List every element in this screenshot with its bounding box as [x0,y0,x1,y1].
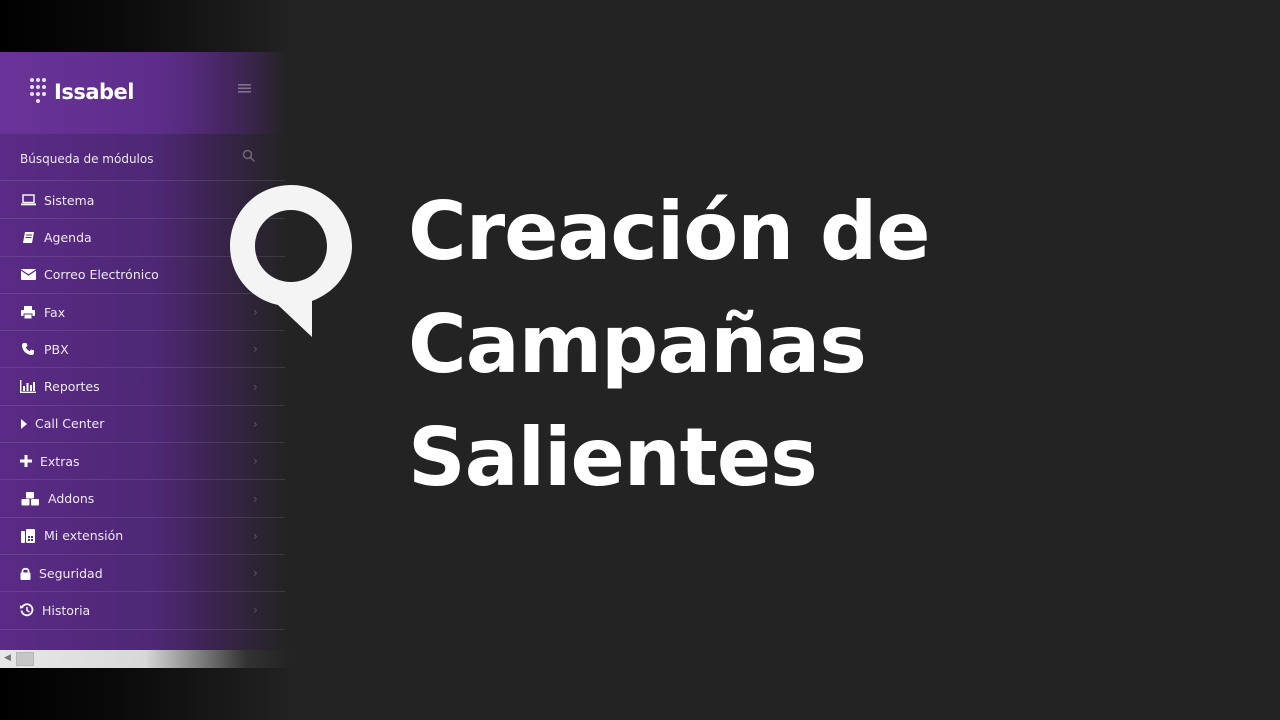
chevron-right-icon: › [253,454,258,469]
module-search-label: Búsqueda de módulos [20,152,154,166]
sidebar-item-historia[interactable]: Historia › [0,592,285,630]
sidebar-item-reportes[interactable]: Reportes › [0,368,285,406]
caret-right-icon [20,418,28,429]
hamburger-menu-icon[interactable] [238,82,252,97]
sidebar-item-seguridad[interactable]: Seguridad › [0,555,285,593]
video-title: Creación de Campañas Salientes [408,175,931,514]
sidebar-item-label: Historia [42,602,91,618]
sidebar-item-label: Addons [48,491,95,507]
sidebar-item-label: Sistema [44,192,95,208]
phone-icon [20,343,36,356]
chevron-right-icon: › [253,603,258,618]
title-line-3: Salientes [408,411,818,504]
sidebar-item-extras[interactable]: Extras › [0,443,285,481]
sidebar-item-label: PBX [44,341,69,357]
lock-icon [20,567,31,580]
printer-icon [20,305,36,319]
title-line-1: Creación de [408,185,931,278]
envelope-icon [20,269,36,281]
sidebar-item-label: Reportes [44,379,100,395]
video-frame: Issabel Búsqueda de módulos Sistema Agen… [0,0,1280,720]
location-pin-logo-icon [228,183,354,339]
scroll-left-icon[interactable]: ◀ [4,653,11,663]
sidebar-item-label: Seguridad [39,565,103,581]
chevron-right-icon: › [253,566,258,581]
fax-phone-icon [20,528,36,543]
scrollbar-thumb[interactable] [16,652,34,666]
laptop-icon [20,194,36,206]
sidebar-header: Issabel [0,52,285,134]
history-icon [20,603,34,617]
cubes-icon [20,491,40,506]
chevron-right-icon: › [253,491,258,506]
sidebar: Issabel Búsqueda de módulos Sistema Agen… [0,52,285,650]
letterbox-bottom [0,668,300,720]
issabel-logo[interactable]: Issabel [28,78,134,106]
chevron-right-icon: › [253,416,258,431]
sidebar-item-label: Fax [44,304,66,320]
logo-dots-icon [28,78,48,106]
logo-text: Issabel [54,80,134,104]
letterbox-top [0,0,300,52]
chevron-right-icon: › [253,379,258,394]
search-icon[interactable] [242,148,256,163]
plus-icon [20,455,32,468]
sidebar-item-mi-extension[interactable]: Mi extensión › [0,518,285,555]
sidebar-item-label: Agenda [44,229,92,245]
sidebar-item-label: Mi extensión [44,528,124,544]
sidebar-item-label: Correo Electrónico [44,267,159,283]
sidebar-item-addons[interactable]: Addons › [0,480,285,518]
horizontal-scrollbar[interactable]: ◀ [0,650,290,668]
bar-chart-icon [20,380,36,394]
sidebar-item-label: Extras [40,453,80,469]
module-search[interactable]: Búsqueda de módulos [0,140,285,181]
sidebar-item-label: Call Center [35,416,105,432]
chevron-right-icon: › [253,528,258,543]
book-icon [20,231,36,244]
sidebar-item-call-center[interactable]: Call Center › [0,406,285,444]
chevron-right-icon: › [253,342,258,357]
title-line-2: Campañas [408,298,867,391]
